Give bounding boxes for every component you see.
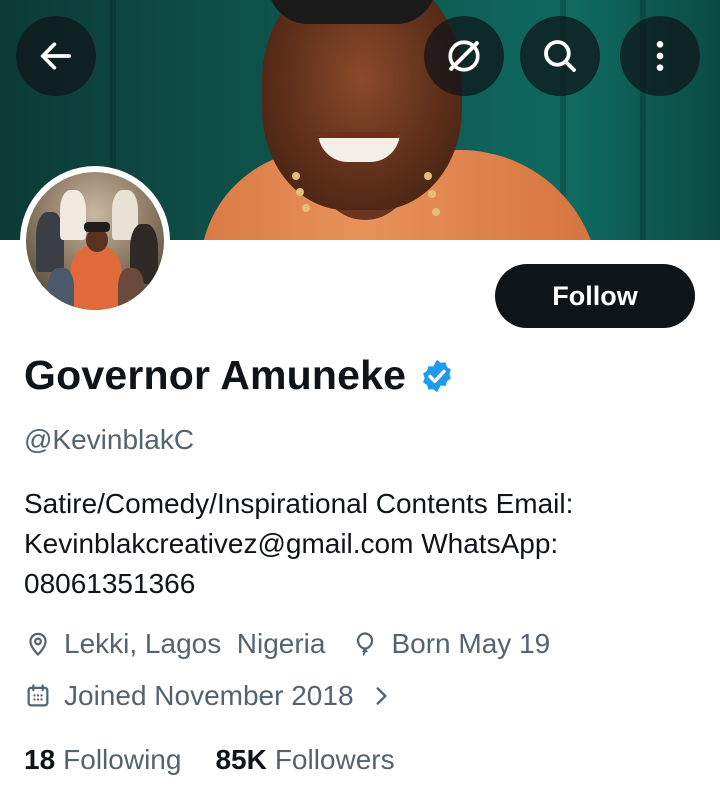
avatar-figure (70, 246, 122, 310)
location-item: Lekki, Lagos Nigeria (24, 628, 325, 660)
banner-person-hat (268, 0, 436, 24)
banner-bead (428, 190, 436, 198)
location-pin-icon (29, 632, 47, 657)
slash-circle-icon (448, 40, 480, 72)
more-button[interactable] (620, 16, 700, 96)
verified-badge-icon[interactable] (418, 357, 456, 395)
more-vertical-icon (656, 41, 664, 71)
followers-link[interactable]: 85K Followers (215, 744, 394, 776)
joined-item: Joined November 2018 (24, 680, 354, 712)
location-text: Lekki, Lagos Nigeria (64, 628, 326, 659)
banner-bead (302, 204, 310, 212)
following-label: Following (63, 744, 182, 775)
followers-label: Followers (274, 744, 395, 775)
joined-row[interactable]: Joined November 2018 (24, 680, 406, 712)
birthday-item: Born May 19 (351, 628, 550, 660)
search-button[interactable] (520, 16, 600, 96)
avatar-figure (118, 268, 144, 310)
back-button[interactable] (16, 16, 96, 96)
grok-button[interactable] (424, 16, 504, 96)
following-link[interactable]: 18 Following (24, 744, 181, 776)
followers-count: 85K (215, 744, 267, 775)
profile-bio: Satire/Comedy/Inspirational Contents Ema… (24, 488, 574, 599)
chevron-right-icon[interactable] (368, 683, 394, 709)
joined-text: Joined November 2018 (64, 680, 354, 711)
profile-stats: 18 Following 85K Followers (24, 744, 429, 776)
balloon-icon (357, 632, 374, 656)
profile-name-row: Governor Amuneke (24, 352, 456, 399)
avatar-figure (60, 190, 86, 240)
follow-button[interactable]: Follow (495, 264, 695, 328)
profile-avatar[interactable] (20, 166, 170, 316)
following-count: 18 (24, 744, 56, 775)
search-icon (544, 40, 576, 72)
avatar-figure (84, 222, 110, 232)
banner-bead (296, 188, 304, 196)
display-name: Governor Amuneke (24, 352, 407, 398)
birthday-text: Born May 19 (391, 628, 551, 659)
banner-bead (432, 208, 440, 216)
profile-handle: @KevinblakC (24, 424, 195, 455)
banner-bead (424, 172, 432, 180)
avatar-figure (48, 268, 74, 310)
arrow-left-icon (40, 42, 72, 70)
calendar-icon (27, 684, 49, 707)
avatar-image (26, 172, 164, 310)
profile-meta-row: Lekki, Lagos Nigeria Born May 19 (24, 628, 550, 660)
banner-bead (292, 172, 300, 180)
